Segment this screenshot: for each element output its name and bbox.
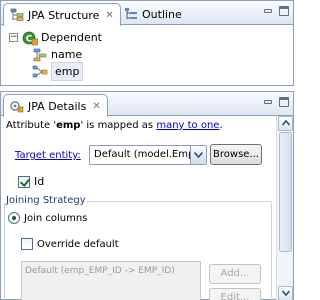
entity-icon: C [22,30,39,46]
chevron-down-icon[interactable] [190,146,206,164]
tab-jpa-structure-label: JPA Structure [28,8,100,22]
tree-item-name[interactable]: name [9,46,293,63]
mapping-middle-text: ' is mapped as [80,120,157,131]
maximize-icon[interactable] [279,6,289,16]
tree-item-name-label: name [51,48,83,61]
tree-item-dependent[interactable]: − C Dependent [9,29,293,46]
scroll-up-button[interactable] [278,116,293,131]
mapping-description: Attribute 'emp' is mapped as many to one… [6,120,223,131]
tab-outline-label: Outline [142,7,182,21]
tab-jpa-structure[interactable]: JPA Structure ✕ [3,3,121,26]
joining-strategy-label: Joining Strategy [5,195,87,206]
jpa-structure-view: JPA Structure ✕ Outline − C Dependent na… [0,0,294,86]
tree-item-dependent-label: Dependent [41,31,102,44]
id-checkbox[interactable] [18,175,30,188]
structure-tree: − C Dependent name emp [1,25,293,81]
minimize-icon[interactable] [263,6,273,16]
close-icon[interactable]: ✕ [105,10,113,21]
scroll-down-button[interactable] [278,286,293,300]
details-tabbar: JPA Details ✕ [1,92,293,117]
add-button: Add... [209,264,261,284]
basic-mapping-icon [32,47,48,63]
many-to-one-mapping-icon [32,64,48,80]
target-entity-combo[interactable]: Default (model.Employ [89,145,207,165]
list-item: Default (emp_EMP_ID -> EMP_ID) [25,266,175,276]
join-columns-radio-row[interactable]: Join columns [8,212,87,224]
browse-button[interactable]: Browse... [210,144,262,165]
id-checkbox-row[interactable]: Id [18,175,44,188]
join-columns-list: Default (emp_EMP_ID -> EMP_ID) [21,261,201,300]
join-columns-radio[interactable] [8,212,20,224]
mapping-type-link[interactable]: many to one [156,120,219,131]
tree-item-emp-label: emp [51,62,84,81]
collapse-toggle-icon[interactable]: − [9,33,18,42]
structure-window-controls [263,6,289,16]
vertical-scrollbar[interactable] [276,116,293,300]
jpa-details-view: JPA Details ✕ Attribute 'emp' is mapped … [0,91,294,300]
mapping-prefix-text: Attribute ' [6,120,57,131]
close-icon[interactable]: ✕ [92,101,100,112]
target-entity-link[interactable]: Target entity: [15,150,81,161]
structure-tabbar: JPA Structure ✕ Outline [1,1,293,26]
jpa-structure-icon [10,8,24,22]
scrollbar-thumb[interactable] [279,132,292,252]
svg-text:C: C [26,34,33,44]
mapping-suffix-text: . [219,120,223,131]
jpa-details-icon [10,99,24,113]
tab-jpa-details-label: JPA Details [28,99,87,113]
tab-jpa-details[interactable]: JPA Details ✕ [3,94,108,117]
details-window-controls [263,97,289,107]
tab-outline[interactable]: Outline [118,3,188,25]
id-checkbox-label: Id [34,175,45,188]
details-content: Attribute 'emp' is mapped as many to one… [1,116,293,300]
edit-button: Edit... [209,288,261,300]
join-columns-label: Join columns [24,212,88,224]
tree-item-emp[interactable]: emp [9,62,293,81]
minimize-icon[interactable] [263,97,273,107]
outline-icon [124,7,138,21]
override-default-label: Override default [37,238,119,250]
attribute-name: emp [56,120,81,131]
maximize-icon[interactable] [279,97,289,107]
override-default-checkbox[interactable] [21,238,33,250]
override-default-row[interactable]: Override default [21,238,119,250]
